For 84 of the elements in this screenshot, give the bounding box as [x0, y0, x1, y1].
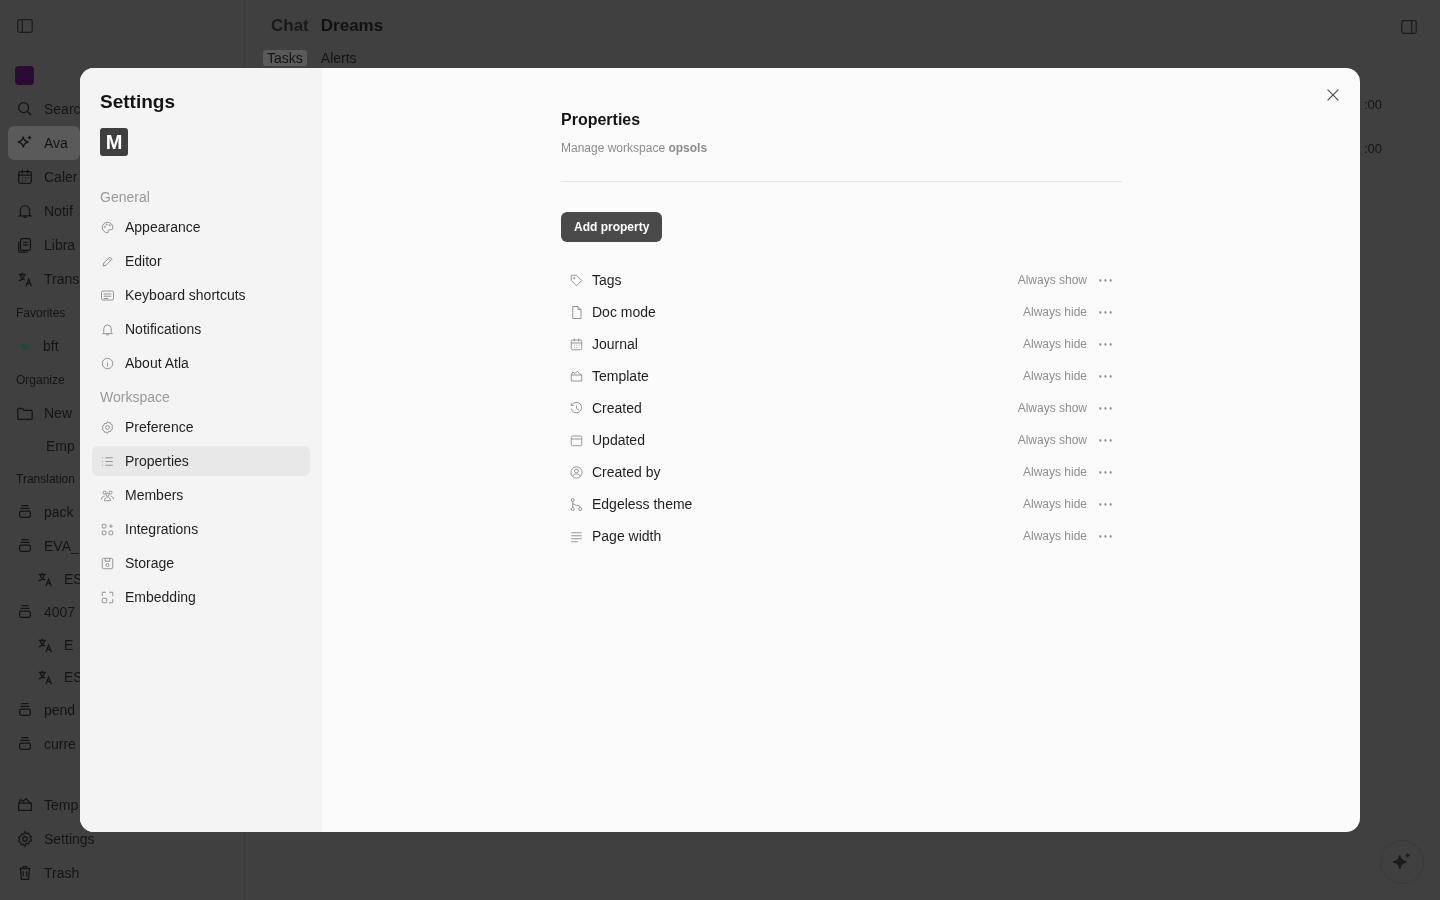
visibility-label[interactable]: Always hide	[1022, 367, 1087, 385]
property-name: Tags	[592, 270, 622, 290]
bell-icon	[100, 321, 115, 337]
more-icon	[1099, 278, 1112, 282]
settings-nav-item[interactable]: Members	[92, 480, 310, 510]
more-icon	[1099, 406, 1112, 410]
settings-icon	[100, 419, 115, 435]
more-icon	[1099, 438, 1112, 442]
translate-icon	[36, 570, 54, 588]
tab[interactable]: Tasks	[263, 50, 307, 66]
search-icon	[16, 100, 34, 118]
sidebar-item[interactable]: Ava	[8, 126, 80, 160]
property-name: Doc mode	[592, 302, 656, 322]
translate-icon	[36, 668, 54, 686]
more-icon	[1099, 342, 1112, 346]
palette-icon	[100, 219, 115, 235]
add-property-button[interactable]: Add property	[561, 212, 663, 242]
keyboard-icon	[100, 287, 115, 303]
settings-icon	[16, 830, 34, 848]
sidebar-toggle-icon	[16, 17, 34, 35]
settings-nav-item[interactable]: Appearance	[92, 212, 310, 242]
settings-nav-item[interactable]: About Atla	[92, 348, 310, 378]
stack-icon	[16, 701, 34, 719]
storage-icon	[100, 555, 115, 571]
stack-icon	[16, 503, 34, 521]
settings-nav-item[interactable]: Editor	[92, 246, 310, 276]
property-name: Created by	[592, 462, 661, 482]
visibility-label[interactable]: Always hide	[1022, 495, 1087, 513]
property-name: Page width	[592, 526, 662, 546]
file-icon	[569, 304, 584, 320]
bell-icon	[16, 202, 34, 220]
account-avatar: M	[100, 128, 128, 156]
workspace-avatar[interactable]	[15, 65, 34, 85]
translate-icon	[16, 270, 34, 288]
page-description: Manage workspace opsols	[561, 140, 709, 157]
more-icon	[1099, 310, 1112, 314]
translate-icon	[36, 636, 54, 654]
embedding-icon	[100, 589, 115, 605]
settings-nav-item[interactable]: Integrations	[92, 514, 310, 544]
settings-title: Settings	[99, 90, 176, 114]
settings-nav-item[interactable]: Preference	[92, 412, 310, 442]
user-circle-icon	[569, 464, 584, 480]
info-icon	[100, 355, 115, 371]
more-icon	[1099, 470, 1112, 474]
history-icon	[569, 400, 584, 416]
settings-nav-item[interactable]: Notifications	[92, 314, 310, 344]
visibility-label[interactable]: Always show	[1017, 271, 1087, 289]
more-icon	[1099, 534, 1112, 538]
visibility-label[interactable]: Always show	[1017, 399, 1087, 417]
calendar-icon	[569, 336, 584, 352]
integrations-icon	[100, 521, 115, 537]
page-heading: Properties	[561, 110, 642, 130]
settings-nav-item[interactable]: Embedding	[92, 582, 310, 612]
document-stack-icon	[16, 236, 34, 254]
stack-icon	[16, 603, 34, 621]
visibility-label[interactable]: Always hide	[1022, 463, 1087, 481]
visibility-label[interactable]: Always hide	[1022, 527, 1087, 545]
stack-icon	[16, 735, 34, 753]
template-icon	[569, 368, 584, 384]
visibility-label[interactable]: Always show	[1017, 431, 1087, 449]
dot-icon	[21, 342, 28, 350]
settings-nav-item[interactable]: Keyboard shortcuts	[92, 280, 310, 310]
property-name: Created	[592, 398, 642, 418]
people-icon	[100, 487, 115, 503]
settings-nav-item[interactable]: Storage	[92, 548, 310, 578]
settings-nav-item[interactable]: Properties	[92, 446, 310, 476]
branch-icon	[569, 496, 584, 512]
section-heading: General	[99, 187, 151, 207]
ai-assistant-button[interactable]	[1380, 840, 1424, 884]
property-name: Journal	[592, 334, 638, 354]
sidebar-toggle-icon	[1400, 17, 1418, 36]
tag-icon	[569, 272, 584, 288]
property-name: Template	[592, 366, 649, 386]
calendar-icon	[16, 168, 34, 186]
stack-icon	[16, 537, 34, 555]
more-icon	[1099, 374, 1112, 378]
property-name: Updated	[592, 430, 645, 450]
section-heading: Workspace	[99, 387, 171, 407]
template-icon	[16, 796, 34, 814]
visibility-label[interactable]: Always hide	[1022, 335, 1087, 353]
calendar-icon	[569, 432, 584, 448]
more-icon	[1099, 502, 1112, 506]
property-name: Edgeless theme	[592, 494, 693, 514]
visibility-label[interactable]: Always hide	[1022, 303, 1087, 321]
